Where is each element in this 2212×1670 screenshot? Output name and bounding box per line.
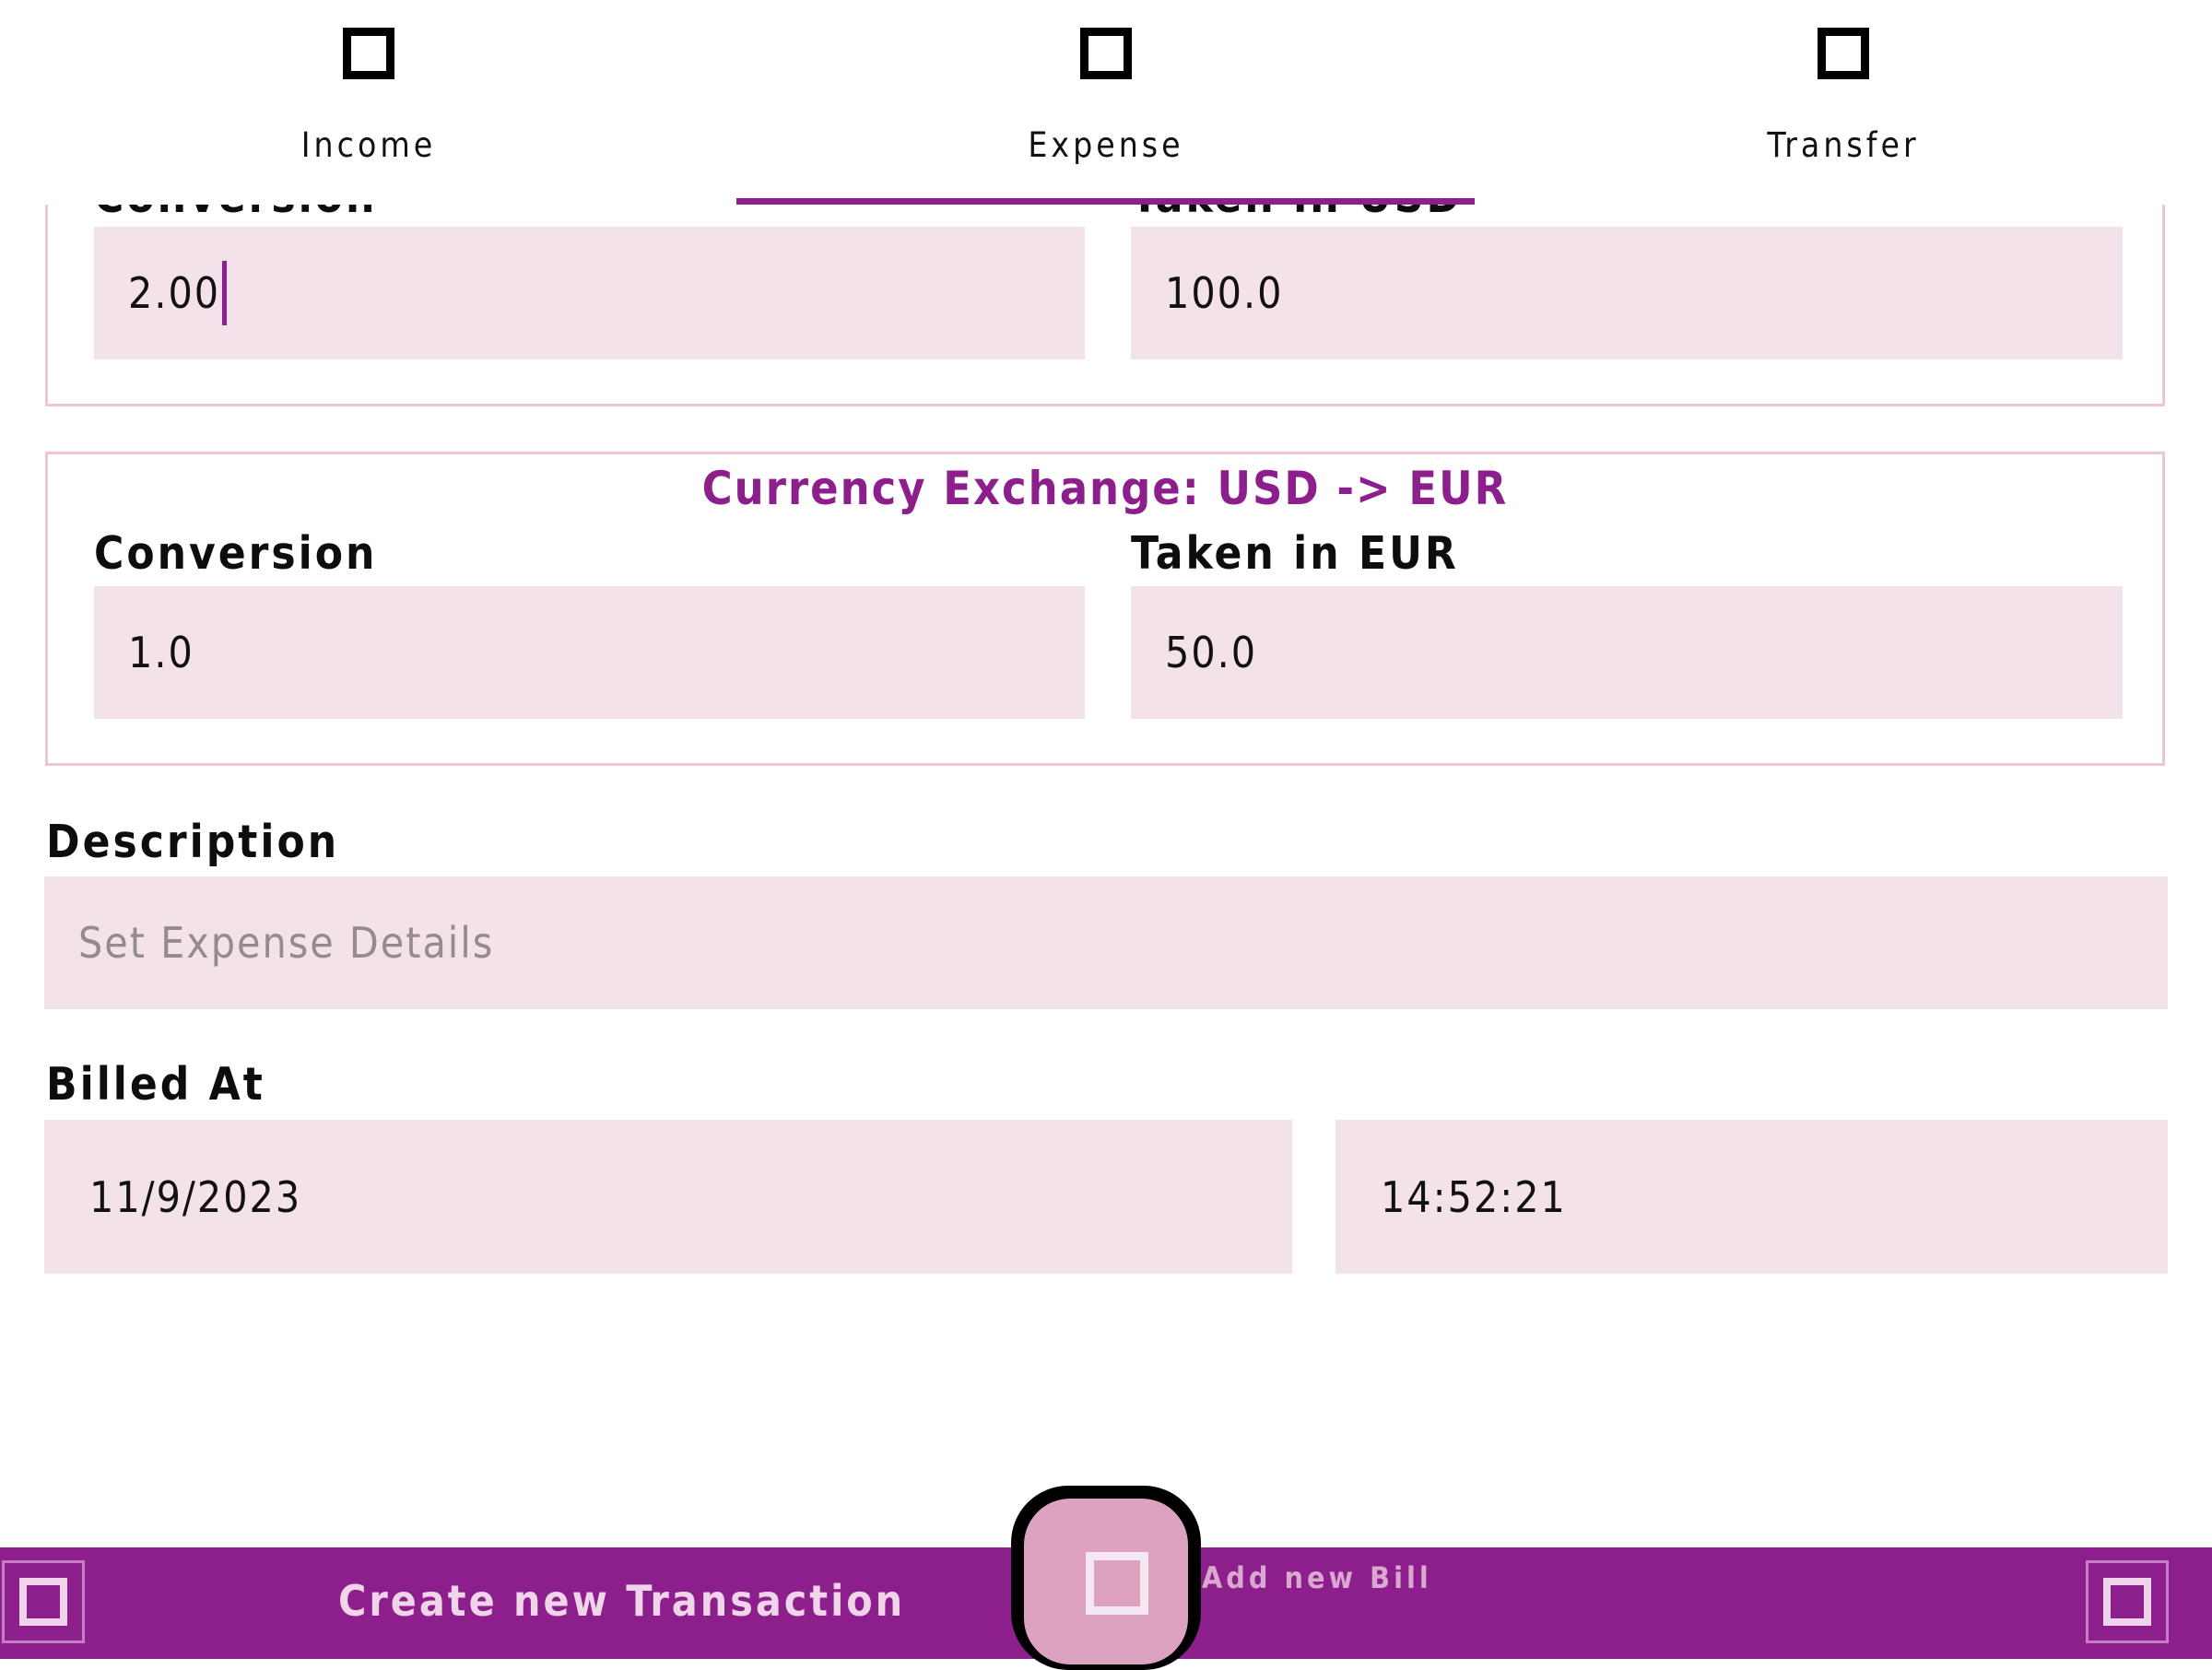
add-new-bill-fab[interactable] bbox=[1011, 1486, 1201, 1670]
taken-value-usd: 100.0 bbox=[1165, 268, 1284, 318]
billed-at-label: Billed At bbox=[46, 1058, 265, 1111]
taken-input-usd[interactable]: 100.0 bbox=[1131, 227, 2123, 359]
taken-label-eur: Taken in EUR bbox=[1131, 527, 1459, 580]
conversion-input-eur[interactable]: 1.0 bbox=[94, 586, 1085, 719]
tab-income[interactable]: Income bbox=[0, 0, 737, 205]
date-value: 11/9/2023 bbox=[89, 1171, 302, 1222]
menu-icon bbox=[19, 1578, 67, 1626]
tab-transfer-label: Transfer bbox=[1767, 125, 1920, 165]
conversion-value-usd: 2.00 bbox=[128, 268, 221, 318]
bottom-bar-title: Create new Transaction bbox=[338, 1576, 906, 1626]
description-label: Description bbox=[46, 816, 340, 868]
conversion-input-usd[interactable]: 2.00 bbox=[94, 227, 1085, 359]
selected-tab-indicator bbox=[736, 198, 1475, 205]
tab-transfer[interactable]: Transfer bbox=[1475, 0, 2212, 205]
expense-icon bbox=[1080, 28, 1132, 79]
tab-income-label: Income bbox=[300, 125, 437, 165]
text-caret bbox=[222, 261, 228, 325]
fab-surface bbox=[1024, 1499, 1188, 1664]
add-bill-icon bbox=[1086, 1552, 1148, 1615]
menu-button[interactable] bbox=[2, 1560, 85, 1643]
taken-input-eur[interactable]: 50.0 bbox=[1131, 586, 2123, 719]
transfer-icon bbox=[1818, 28, 1869, 79]
description-input[interactable]: Set Expense Details bbox=[44, 876, 2168, 1009]
exchange-title: Currency Exchange: USD -> EUR bbox=[701, 462, 1509, 515]
conversion-label-eur: Conversion bbox=[94, 527, 378, 580]
save-button[interactable] bbox=[2086, 1560, 2169, 1643]
conversion-value-eur: 1.0 bbox=[128, 628, 194, 677]
time-value: 14:52:21 bbox=[1381, 1171, 1567, 1222]
exchange-group-eur: Currency Exchange: USD -> EUR Conversion… bbox=[45, 452, 2165, 766]
income-icon bbox=[343, 28, 394, 79]
date-picker-field[interactable]: 11/9/2023 bbox=[44, 1120, 1292, 1274]
tab-expense-label: Expense bbox=[1028, 125, 1184, 165]
fab-label[interactable]: Add new Bill bbox=[1202, 1560, 1432, 1595]
description-placeholder: Set Expense Details bbox=[78, 918, 495, 968]
time-picker-field[interactable]: 14:52:21 bbox=[1335, 1120, 2168, 1274]
tab-expense[interactable]: Expense bbox=[737, 0, 1475, 205]
save-icon bbox=[2103, 1578, 2151, 1626]
transaction-type-tabs: Income Expense Transfer bbox=[0, 0, 2212, 205]
taken-value-eur: 50.0 bbox=[1165, 628, 1258, 677]
